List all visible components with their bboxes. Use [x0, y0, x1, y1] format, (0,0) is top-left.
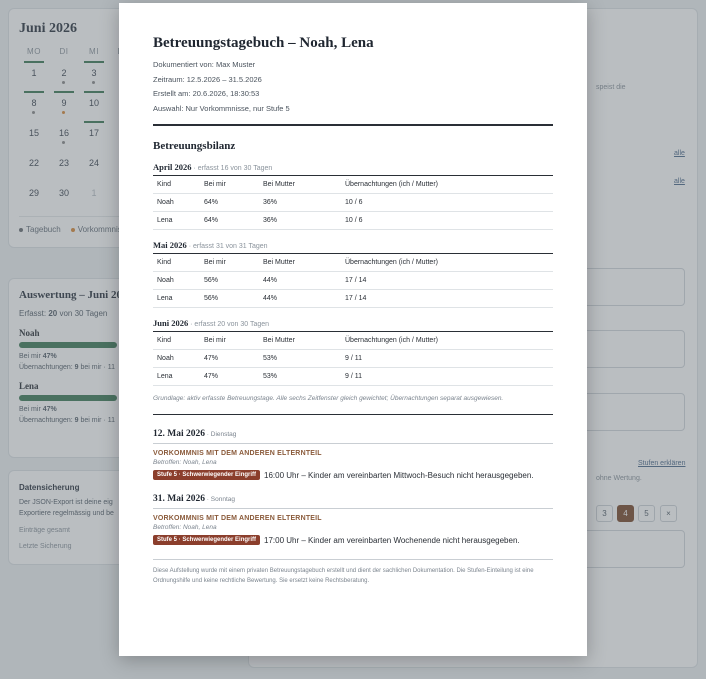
report-period: Zeitraum: 12.5.2026 – 31.5.2026: [153, 74, 262, 84]
entry-category: VORKOMMNIS MIT DEM ANDEREN ELTERNTEIL: [153, 515, 322, 522]
table-row: Lena 56% 44% 17 / 14: [153, 289, 553, 308]
table-cell: 17 / 14: [341, 289, 553, 308]
balance-table: Kind Bei mir Bei Mutter Übernachtungen (ich…: [153, 253, 553, 308]
column-header: Bei Mutter: [259, 175, 341, 194]
balance-table: Kind Bei mir Bei Mutter Übernachtungen (ich…: [153, 175, 553, 230]
table-cell: 44%: [259, 289, 341, 308]
column-header: Bei Mutter: [259, 253, 341, 272]
month-heading: Mai 2026 · erfasst 31 von 31 Tagen: [153, 240, 268, 250]
divider: [153, 124, 553, 126]
table-cell: Noah: [153, 271, 200, 290]
table-cell: Lena: [153, 367, 200, 386]
table-row: Lena 64% 36% 10 / 6: [153, 211, 553, 230]
table-cell: 9 / 11: [341, 367, 553, 386]
column-header: Bei mir: [200, 253, 259, 272]
table-cell: Lena: [153, 211, 200, 230]
report-title: Betreuungstagebuch – Noah, Lena: [153, 35, 374, 51]
table-cell: 9 / 11: [341, 349, 553, 368]
divider: [153, 443, 553, 444]
table-cell: 10 / 6: [341, 211, 553, 230]
table-cell: 64%: [200, 193, 259, 212]
report-meta: Dokumentiert von: Max Muster Zeitraum: 1…: [153, 58, 553, 116]
documented-by: Dokumentiert von: Max Muster: [153, 60, 256, 69]
entry-affected: Betroffen: Noah, Lena: [153, 459, 217, 466]
column-header: Übernachtungen (ich / Mutter): [341, 331, 553, 350]
basis-note: Grundlage: aktiv erfasste Betreuungstage…: [153, 395, 504, 402]
column-header: Kind: [153, 253, 200, 272]
month-tables: April 2026 · erfasst 16 von 30 Tagen Kind…: [153, 162, 553, 386]
table-cell: 56%: [200, 289, 259, 308]
table-row: Noah 56% 44% 17 / 14: [153, 271, 553, 290]
entry-text: 16:00 Uhr – Kinder am vereinbarten Mittw…: [264, 470, 534, 480]
table-cell: Noah: [153, 193, 200, 212]
entry-line: Stufe 5 · Schwerwiegender Eingriff 17:00 …: [153, 535, 553, 545]
report-selection: Auswahl: Nur Vorkommnisse, nur Stufe 5: [153, 103, 290, 113]
entry-category: VORKOMMNIS MIT DEM ANDEREN ELTERNTEIL: [153, 450, 322, 457]
table-row: Lena 47% 53% 9 / 11: [153, 367, 553, 386]
entry-line: Stufe 5 · Schwerwiegender Eingriff 16:00 …: [153, 470, 553, 480]
table-cell: 56%: [200, 271, 259, 290]
entry-text: 17:00 Uhr – Kinder am vereinbarten Woche…: [264, 535, 520, 545]
divider: [153, 414, 553, 415]
month-heading: April 2026 · erfasst 16 von 30 Tagen: [153, 162, 273, 172]
column-header: Übernachtungen (ich / Mutter): [341, 253, 553, 272]
incident-entries: 12. Mai 2026 · Dienstag VORKOMMNIS MIT DE…: [153, 429, 553, 545]
incident-entry: 12. Mai 2026 · Dienstag VORKOMMNIS MIT DE…: [153, 429, 553, 480]
table-cell: 64%: [200, 211, 259, 230]
table-row: Noah 47% 53% 9 / 11: [153, 349, 553, 368]
severity-badge: Stufe 5 · Schwerwiegender Eingriff: [153, 535, 261, 545]
table-cell: 36%: [259, 193, 341, 212]
table-cell: 36%: [259, 211, 341, 230]
entry-date: 31. Mai 2026 · Sonntag: [153, 494, 235, 504]
table-cell: 47%: [200, 367, 259, 386]
divider: [153, 508, 553, 509]
table-cell: Noah: [153, 349, 200, 368]
entry-affected: Betroffen: Noah, Lena: [153, 524, 217, 531]
table-cell: Lena: [153, 289, 200, 308]
entry-date: 12. Mai 2026 · Dienstag: [153, 429, 237, 439]
column-header: Kind: [153, 331, 200, 350]
balance-heading: Betreuungsbilanz: [153, 140, 236, 152]
table-cell: 10 / 6: [341, 193, 553, 212]
incident-entry: 31. Mai 2026 · Sonntag VORKOMMNIS MIT DEM…: [153, 494, 553, 545]
column-header: Bei mir: [200, 331, 259, 350]
table-cell: 47%: [200, 349, 259, 368]
table-cell: 17 / 14: [341, 271, 553, 290]
month-heading: Juni 2026 · erfasst 20 von 30 Tagen: [153, 318, 270, 328]
table-cell: 44%: [259, 271, 341, 290]
table-cell: 53%: [259, 349, 341, 368]
report-sheet: Betreuungstagebuch – Noah, Lena Dokument…: [119, 3, 587, 656]
column-header: Übernachtungen (ich / Mutter): [341, 175, 553, 194]
report-created: Erstellt am: 20.6.2026, 18:30:53: [153, 89, 260, 98]
disclaimer: Diese Aufstellung wurde mit einem privat…: [153, 559, 553, 586]
table-cell: 53%: [259, 367, 341, 386]
column-header: Kind: [153, 175, 200, 194]
column-header: Bei Mutter: [259, 331, 341, 350]
severity-badge: Stufe 5 · Schwerwiegender Eingriff: [153, 470, 261, 480]
balance-table: Kind Bei mir Bei Mutter Übernachtungen (ich…: [153, 331, 553, 386]
table-row: Noah 64% 36% 10 / 6: [153, 193, 553, 212]
column-header: Bei mir: [200, 175, 259, 194]
